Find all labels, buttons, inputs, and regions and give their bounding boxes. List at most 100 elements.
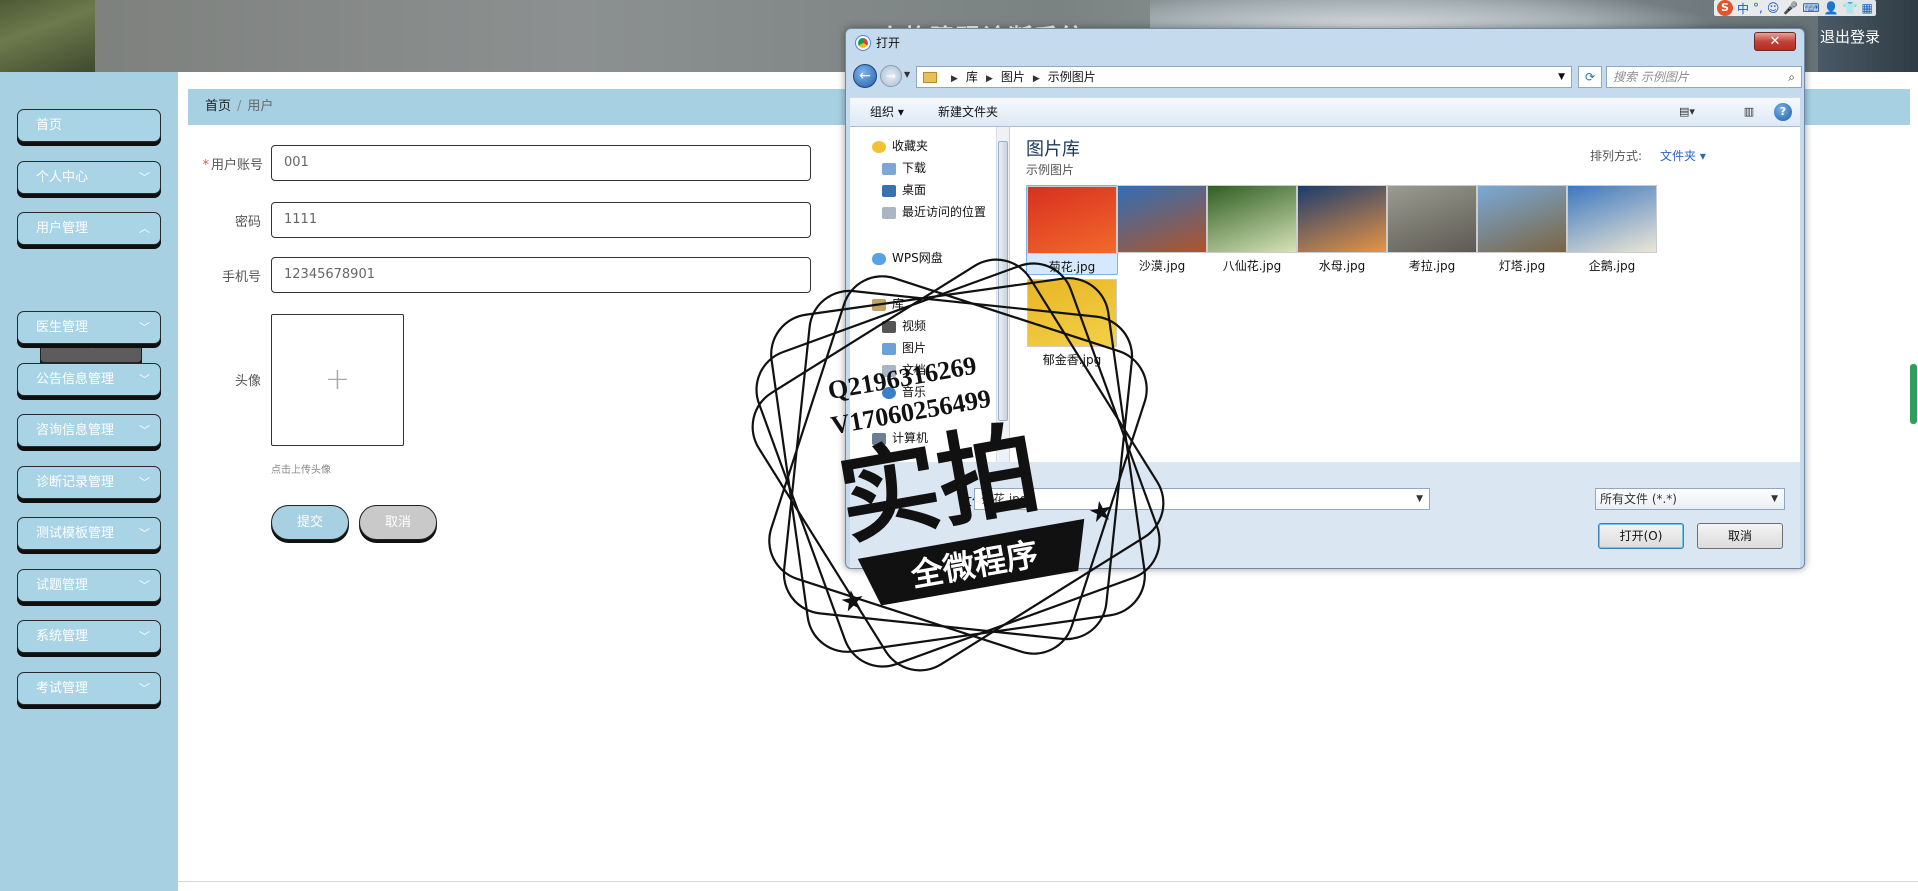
recent-places-icon bbox=[882, 206, 896, 219]
sidebar-item-template-management[interactable]: 测试模板管理 ﹀ bbox=[17, 517, 161, 550]
search-icon[interactable]: ⌕ bbox=[1788, 67, 1795, 87]
tree-libraries[interactable]: 库 bbox=[872, 295, 904, 312]
chevron-down-icon: ﹀ bbox=[139, 424, 150, 437]
tree-computer[interactable]: 计算机 bbox=[872, 429, 928, 446]
sogou-icon[interactable]: S bbox=[1717, 0, 1733, 16]
sidebar-item-personal-center[interactable]: 个人中心 ﹀ bbox=[17, 161, 161, 194]
ime-emoji-icon[interactable]: ☺ bbox=[1767, 1, 1780, 15]
path-pictures[interactable]: 图片 bbox=[1001, 70, 1025, 84]
thumbnail-caption: 八仙花.jpg bbox=[1222, 259, 1282, 273]
sidebar-item-notice-management[interactable]: 公告信息管理 ﹀ bbox=[17, 363, 161, 396]
password-input[interactable]: 1111 bbox=[271, 202, 811, 238]
thumbnail-item[interactable]: 企鹅.jpg bbox=[1566, 185, 1658, 275]
history-dropdown-icon[interactable]: ▼ bbox=[904, 70, 910, 79]
ime-chinese-mode[interactable]: 中 bbox=[1737, 0, 1749, 17]
tree-pictures[interactable]: 图片 bbox=[882, 339, 926, 356]
filename-input[interactable]: 菊花.jpg ▼ bbox=[974, 488, 1430, 510]
chevron-down-icon[interactable]: ▼ bbox=[1771, 489, 1778, 509]
thumbnail-image bbox=[1297, 185, 1387, 253]
ime-user-icon[interactable]: 👤 bbox=[1824, 1, 1839, 15]
view-options-icon[interactable]: ▤▾ bbox=[1678, 104, 1696, 120]
avatar-upload[interactable]: + bbox=[271, 314, 404, 446]
thumbnail-item[interactable]: 菊花.jpg bbox=[1026, 185, 1118, 275]
logout-link[interactable]: 退出登录 bbox=[1820, 26, 1880, 47]
tree-wps-cloud[interactable]: WPS网盘 bbox=[872, 249, 943, 266]
ime-voice-icon[interactable]: 🎤 bbox=[1783, 1, 1798, 15]
document-icon bbox=[882, 364, 896, 377]
organize-button[interactable]: 组织 ▾ bbox=[870, 98, 904, 127]
password-label: 密码 bbox=[234, 215, 261, 230]
search-input[interactable]: 搜索 示例图片 ⌕ bbox=[1606, 66, 1802, 88]
chevron-down-icon: ﹀ bbox=[139, 476, 150, 489]
thumbnail-image bbox=[1117, 185, 1207, 253]
ime-skin-icon[interactable]: 👕 bbox=[1843, 1, 1858, 15]
chevron-down-icon: ﹀ bbox=[139, 321, 150, 334]
sidebar-item-system-management[interactable]: 系统管理 ﹀ bbox=[17, 620, 161, 653]
tree-documents[interactable]: 文档 bbox=[882, 361, 926, 378]
cancel-button[interactable]: 取消 bbox=[359, 505, 437, 540]
filetype-select[interactable]: 所有文件 (*.*) ▼ bbox=[1595, 488, 1785, 510]
open-button[interactable]: 打开(O) bbox=[1598, 523, 1684, 549]
ime-keyboard-icon[interactable]: ⌨ bbox=[1802, 1, 1819, 15]
address-bar[interactable]: ▶ 库 ▶ 图片 ▶ 示例图片 ▼ bbox=[916, 66, 1572, 88]
navigation-tree: 收藏夹 下载 桌面 最近访问的位置 WPS网盘 库 视频 图片 文档 音乐 计算… bbox=[850, 127, 1010, 462]
sidebar-item-user-management[interactable]: 用户管理 ︿ bbox=[17, 212, 161, 245]
thumbnail-item[interactable]: 八仙花.jpg bbox=[1206, 185, 1298, 275]
tree-downloads[interactable]: 下载 bbox=[882, 159, 926, 176]
refresh-icon[interactable]: ⟳ bbox=[1578, 66, 1602, 88]
dialog-title-bar[interactable]: 打开 bbox=[846, 29, 1804, 57]
thumbnail-caption: 企鹅.jpg bbox=[1588, 259, 1636, 273]
ime-punctuation[interactable]: °, bbox=[1753, 1, 1763, 15]
thumbnail-item[interactable]: 沙漠.jpg bbox=[1116, 185, 1208, 275]
chevron-down-icon[interactable]: ▼ bbox=[1558, 67, 1565, 87]
chevron-down-icon: ﹀ bbox=[139, 579, 150, 592]
sidebar-item-question-management[interactable]: 试题管理 ﹀ bbox=[17, 569, 161, 602]
phone-input[interactable]: 12345678901 bbox=[271, 257, 811, 293]
ime-toolbar[interactable]: S 中 °, ☺ 🎤 ⌨ 👤 👕 ▦ bbox=[1714, 0, 1876, 16]
thumbnail-caption: 菊花.jpg bbox=[1048, 260, 1096, 274]
tree-favorites[interactable]: 收藏夹 bbox=[872, 137, 928, 154]
thumbnail-item[interactable]: 水母.jpg bbox=[1296, 185, 1388, 275]
thumbnail-caption: 郁金香.jpg bbox=[1042, 353, 1102, 367]
thumbnail-item[interactable]: 灯塔.jpg bbox=[1476, 185, 1568, 275]
submit-button[interactable]: 提交 bbox=[271, 505, 349, 540]
thumbnail-caption: 灯塔.jpg bbox=[1498, 259, 1546, 273]
tree-desktop[interactable]: 桌面 bbox=[882, 181, 926, 198]
thumbnail-item[interactable]: 郁金香.jpg bbox=[1026, 279, 1118, 369]
help-icon[interactable]: ? bbox=[1774, 103, 1792, 121]
sidebar-item-doctor-management[interactable]: 医生管理 ﹀ bbox=[17, 311, 161, 344]
ime-menu-icon[interactable]: ▦ bbox=[1862, 1, 1873, 15]
chevron-down-icon: ﹀ bbox=[139, 630, 150, 643]
thumbnail-image bbox=[1027, 186, 1117, 254]
breadcrumb-current: 用户 bbox=[247, 99, 274, 114]
folder-icon bbox=[923, 72, 937, 83]
thumbnail-item[interactable]: 考拉.jpg bbox=[1386, 185, 1478, 275]
path-sample-pictures[interactable]: 示例图片 bbox=[1048, 70, 1096, 84]
sidebar-item-exam-management[interactable]: 考试管理 ﹀ bbox=[17, 672, 161, 705]
open-file-dialog: 打开 ✕ ← → ▼ ▶ 库 ▶ 图片 ▶ 示例图片 ▼ ⟳ 搜索 示例图片 ⌕ 组织 ▾ … bbox=[845, 28, 1805, 569]
sidebar-item-consult-management[interactable]: 咨询信息管理 ﹀ bbox=[17, 414, 161, 447]
preview-pane-icon[interactable]: ▥ bbox=[1740, 104, 1758, 120]
close-button[interactable]: ✕ bbox=[1754, 32, 1796, 51]
tree-videos[interactable]: 视频 bbox=[882, 317, 926, 334]
page-scrollbar-thumb[interactable] bbox=[1910, 364, 1917, 424]
back-arrow-icon[interactable]: ← bbox=[853, 64, 877, 88]
sort-dropdown[interactable]: 文件夹 ▾ bbox=[1660, 147, 1706, 164]
avatar-hint: 点击上传头像 bbox=[271, 465, 331, 476]
tree-recent[interactable]: 最近访问的位置 bbox=[882, 203, 986, 220]
forward-arrow-icon[interactable]: → bbox=[880, 65, 902, 87]
new-folder-button[interactable]: 新建文件夹 bbox=[938, 98, 998, 127]
breadcrumb-home[interactable]: 首页 bbox=[205, 99, 231, 114]
tree-music[interactable]: 音乐 bbox=[882, 383, 926, 400]
account-input[interactable]: 001 bbox=[271, 145, 811, 181]
path-library[interactable]: 库 bbox=[966, 70, 978, 84]
chevron-down-icon[interactable]: ▼ bbox=[1416, 489, 1423, 509]
tree-scrollbar[interactable] bbox=[996, 127, 1009, 462]
sidebar-item-home[interactable]: 首页 bbox=[17, 109, 161, 142]
file-list-pane: 图片库 示例图片 排列方式: 文件夹 ▾ 菊花.jpg 沙漠.jpg 八仙花.jpg… bbox=[1010, 127, 1800, 462]
dialog-cancel-button[interactable]: 取消 bbox=[1697, 523, 1783, 549]
chevron-down-icon: ﹀ bbox=[139, 171, 150, 184]
sidebar-item-diagnosis-management[interactable]: 诊断记录管理 ﹀ bbox=[17, 466, 161, 499]
thumbnail-image bbox=[1387, 185, 1477, 253]
sort-label: 排列方式: bbox=[1590, 149, 1643, 163]
